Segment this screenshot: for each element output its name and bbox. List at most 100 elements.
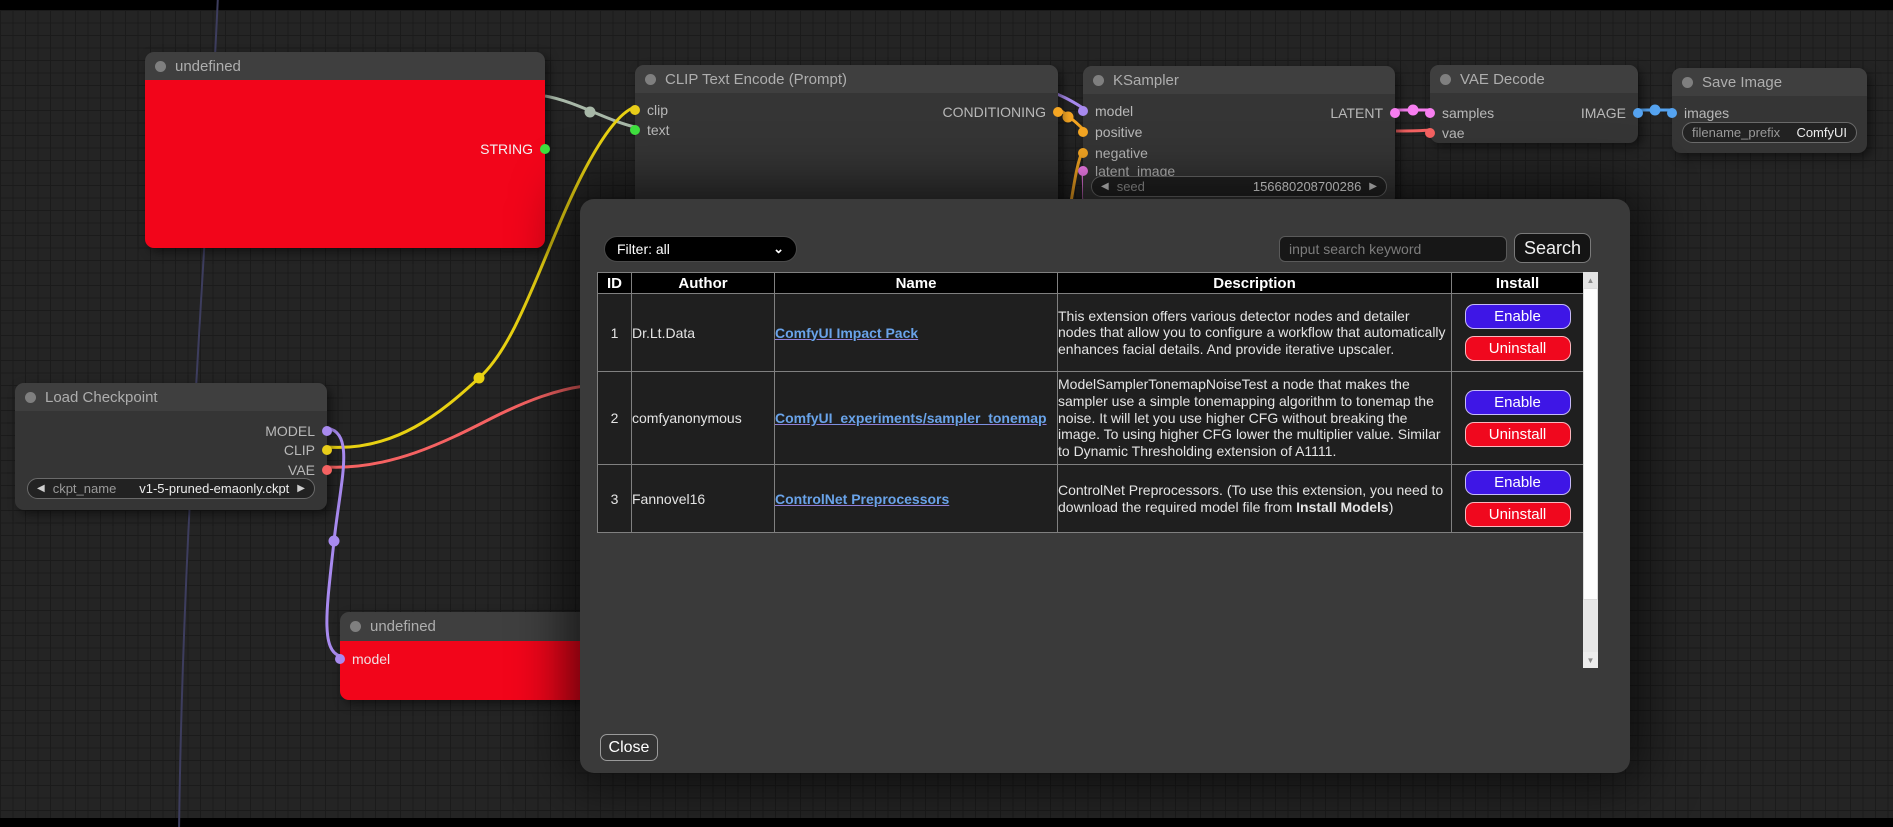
output-vae[interactable]: VAE bbox=[288, 462, 332, 478]
node-ksampler-header[interactable]: KSampler bbox=[1083, 66, 1395, 94]
filename-prefix-widget[interactable]: filename_prefix ComfyUI bbox=[1682, 122, 1857, 143]
input-label: samples bbox=[1442, 105, 1494, 121]
seed-label: seed bbox=[1117, 179, 1145, 194]
node-save-image-header[interactable]: Save Image bbox=[1672, 68, 1867, 96]
node-undefined-top-header[interactable]: undefined bbox=[145, 52, 545, 80]
image-wire-reroute-dot bbox=[1650, 105, 1661, 116]
enable-button[interactable]: Enable bbox=[1465, 304, 1571, 329]
enable-button[interactable]: Enable bbox=[1465, 390, 1571, 415]
node-save-image[interactable]: Save Image images filename_prefix ComfyU… bbox=[1672, 68, 1867, 153]
uninstall-button[interactable]: Uninstall bbox=[1465, 336, 1571, 361]
node-load-checkpoint-header[interactable]: Load Checkpoint bbox=[15, 383, 327, 411]
search-input[interactable] bbox=[1279, 236, 1507, 262]
seed-value: 156680208700286 bbox=[1253, 179, 1361, 194]
decrement-arrow-icon[interactable]: ◀ bbox=[1101, 181, 1109, 192]
collapse-dot-icon[interactable] bbox=[25, 392, 36, 403]
extension-link[interactable]: ComfyUI Impact Pack bbox=[775, 325, 918, 341]
output-label: IMAGE bbox=[1581, 105, 1626, 121]
positive-input-dot[interactable] bbox=[1078, 127, 1088, 137]
widget-label: filename_prefix bbox=[1692, 125, 1780, 140]
next-arrow-icon[interactable]: ▶ bbox=[297, 483, 305, 494]
close-button[interactable]: Close bbox=[600, 734, 658, 761]
uninstall-button[interactable]: Uninstall bbox=[1465, 422, 1571, 447]
node-title: undefined bbox=[175, 58, 241, 75]
collapse-dot-icon[interactable] bbox=[645, 74, 656, 85]
row-id: 2 bbox=[598, 372, 632, 465]
output-string[interactable]: STRING bbox=[480, 141, 550, 157]
output-image[interactable]: IMAGE bbox=[1581, 105, 1643, 121]
uninstall-button[interactable]: Uninstall bbox=[1465, 502, 1571, 527]
node-clip-text-encode-header[interactable]: CLIP Text Encode (Prompt) bbox=[635, 65, 1058, 93]
samples-input-dot[interactable] bbox=[1425, 108, 1435, 118]
input-label: vae bbox=[1442, 125, 1465, 141]
images-input-dot[interactable] bbox=[1667, 108, 1677, 118]
output-latent[interactable]: LATENT bbox=[1330, 105, 1400, 121]
model-input-dot[interactable] bbox=[335, 654, 345, 664]
node-title: VAE Decode bbox=[1460, 71, 1545, 88]
header-author: Author bbox=[632, 273, 775, 294]
extension-link[interactable]: ComfyUI_experiments/sampler_tonemap bbox=[775, 410, 1047, 426]
extension-table: ID Author Name Description Install 1 Dr.… bbox=[597, 272, 1584, 533]
input-vae[interactable]: vae bbox=[1425, 125, 1465, 141]
input-model[interactable]: model bbox=[335, 651, 390, 667]
latent-output-dot[interactable] bbox=[1390, 108, 1400, 118]
input-label: text bbox=[647, 122, 670, 138]
conditioning-output-dot[interactable] bbox=[1053, 107, 1063, 117]
string-wire-reroute-dot bbox=[585, 107, 596, 118]
increment-arrow-icon[interactable]: ▶ bbox=[1369, 181, 1377, 192]
node-load-checkpoint[interactable]: Load Checkpoint MODEL CLIP VAE ◀ ckpt_na… bbox=[15, 383, 327, 510]
node-vae-decode-header[interactable]: VAE Decode bbox=[1430, 65, 1638, 93]
model-output-dot[interactable] bbox=[322, 426, 332, 436]
clip-input-dot[interactable] bbox=[630, 105, 640, 115]
output-model[interactable]: MODEL bbox=[265, 423, 332, 439]
input-images[interactable]: images bbox=[1667, 105, 1729, 121]
model-input-dot[interactable] bbox=[1078, 106, 1088, 116]
extension-link[interactable]: ControlNet Preprocessors bbox=[775, 491, 949, 507]
node-ksampler[interactable]: KSampler model positive negative latent_… bbox=[1083, 66, 1395, 206]
vae-output-dot[interactable] bbox=[322, 465, 332, 475]
enable-button[interactable]: Enable bbox=[1465, 470, 1571, 495]
scroll-up-icon[interactable]: ▲ bbox=[1583, 272, 1598, 288]
node-undefined-top[interactable]: undefined STRING bbox=[145, 52, 545, 248]
node-vae-decode[interactable]: VAE Decode samples vae IMAGE bbox=[1430, 65, 1638, 143]
negative-input-dot[interactable] bbox=[1078, 148, 1088, 158]
node-clip-text-encode[interactable]: CLIP Text Encode (Prompt) clip text COND… bbox=[635, 65, 1058, 210]
prev-arrow-icon[interactable]: ◀ bbox=[37, 483, 45, 494]
extension-table-wrap: ID Author Name Description Install 1 Dr.… bbox=[597, 272, 1584, 533]
input-samples[interactable]: samples bbox=[1425, 105, 1494, 121]
vertical-scrollbar[interactable]: ▲ ▼ bbox=[1583, 272, 1598, 668]
output-conditioning[interactable]: CONDITIONING bbox=[943, 104, 1063, 120]
clip-output-dot[interactable] bbox=[322, 445, 332, 455]
input-clip[interactable]: clip bbox=[630, 102, 668, 118]
input-negative[interactable]: negative bbox=[1078, 145, 1148, 161]
ckpt-name-widget[interactable]: ◀ ckpt_name v1-5-pruned-emaonly.ckpt ▶ bbox=[27, 478, 315, 499]
scrollbar-thumb[interactable] bbox=[1583, 288, 1598, 600]
widget-label: ckpt_name bbox=[53, 481, 117, 496]
node-title: Save Image bbox=[1702, 74, 1782, 91]
seed-widget[interactable]: ◀ seed 156680208700286 ▶ bbox=[1091, 176, 1387, 197]
string-output-dot[interactable] bbox=[540, 144, 550, 154]
search-button[interactable]: Search bbox=[1514, 233, 1591, 263]
text-input-dot[interactable] bbox=[630, 125, 640, 135]
input-text[interactable]: text bbox=[630, 122, 670, 138]
collapse-dot-icon[interactable] bbox=[350, 621, 361, 632]
node-title: Load Checkpoint bbox=[45, 389, 158, 406]
input-model[interactable]: model bbox=[1078, 103, 1133, 119]
output-clip[interactable]: CLIP bbox=[284, 442, 332, 458]
input-positive[interactable]: positive bbox=[1078, 124, 1142, 140]
collapse-dot-icon[interactable] bbox=[155, 61, 166, 72]
collapse-dot-icon[interactable] bbox=[1440, 74, 1451, 85]
header-install: Install bbox=[1452, 273, 1584, 294]
row-author: Dr.Lt.Data bbox=[632, 294, 775, 372]
vae-input-dot[interactable] bbox=[1425, 128, 1435, 138]
scrollbar-track[interactable] bbox=[1583, 600, 1598, 652]
image-output-dot[interactable] bbox=[1633, 108, 1643, 118]
collapse-dot-icon[interactable] bbox=[1093, 75, 1104, 86]
collapse-dot-icon[interactable] bbox=[1682, 77, 1693, 88]
filter-select[interactable]: Filter: all ⌄ bbox=[604, 236, 797, 262]
output-label: CLIP bbox=[284, 442, 315, 458]
node-undefined-top-body bbox=[145, 80, 545, 248]
scroll-down-icon[interactable]: ▼ bbox=[1583, 652, 1598, 668]
table-row: 3 Fannovel16 ControlNet Preprocessors Co… bbox=[598, 465, 1584, 533]
latent-image-input-dot[interactable] bbox=[1078, 166, 1088, 176]
